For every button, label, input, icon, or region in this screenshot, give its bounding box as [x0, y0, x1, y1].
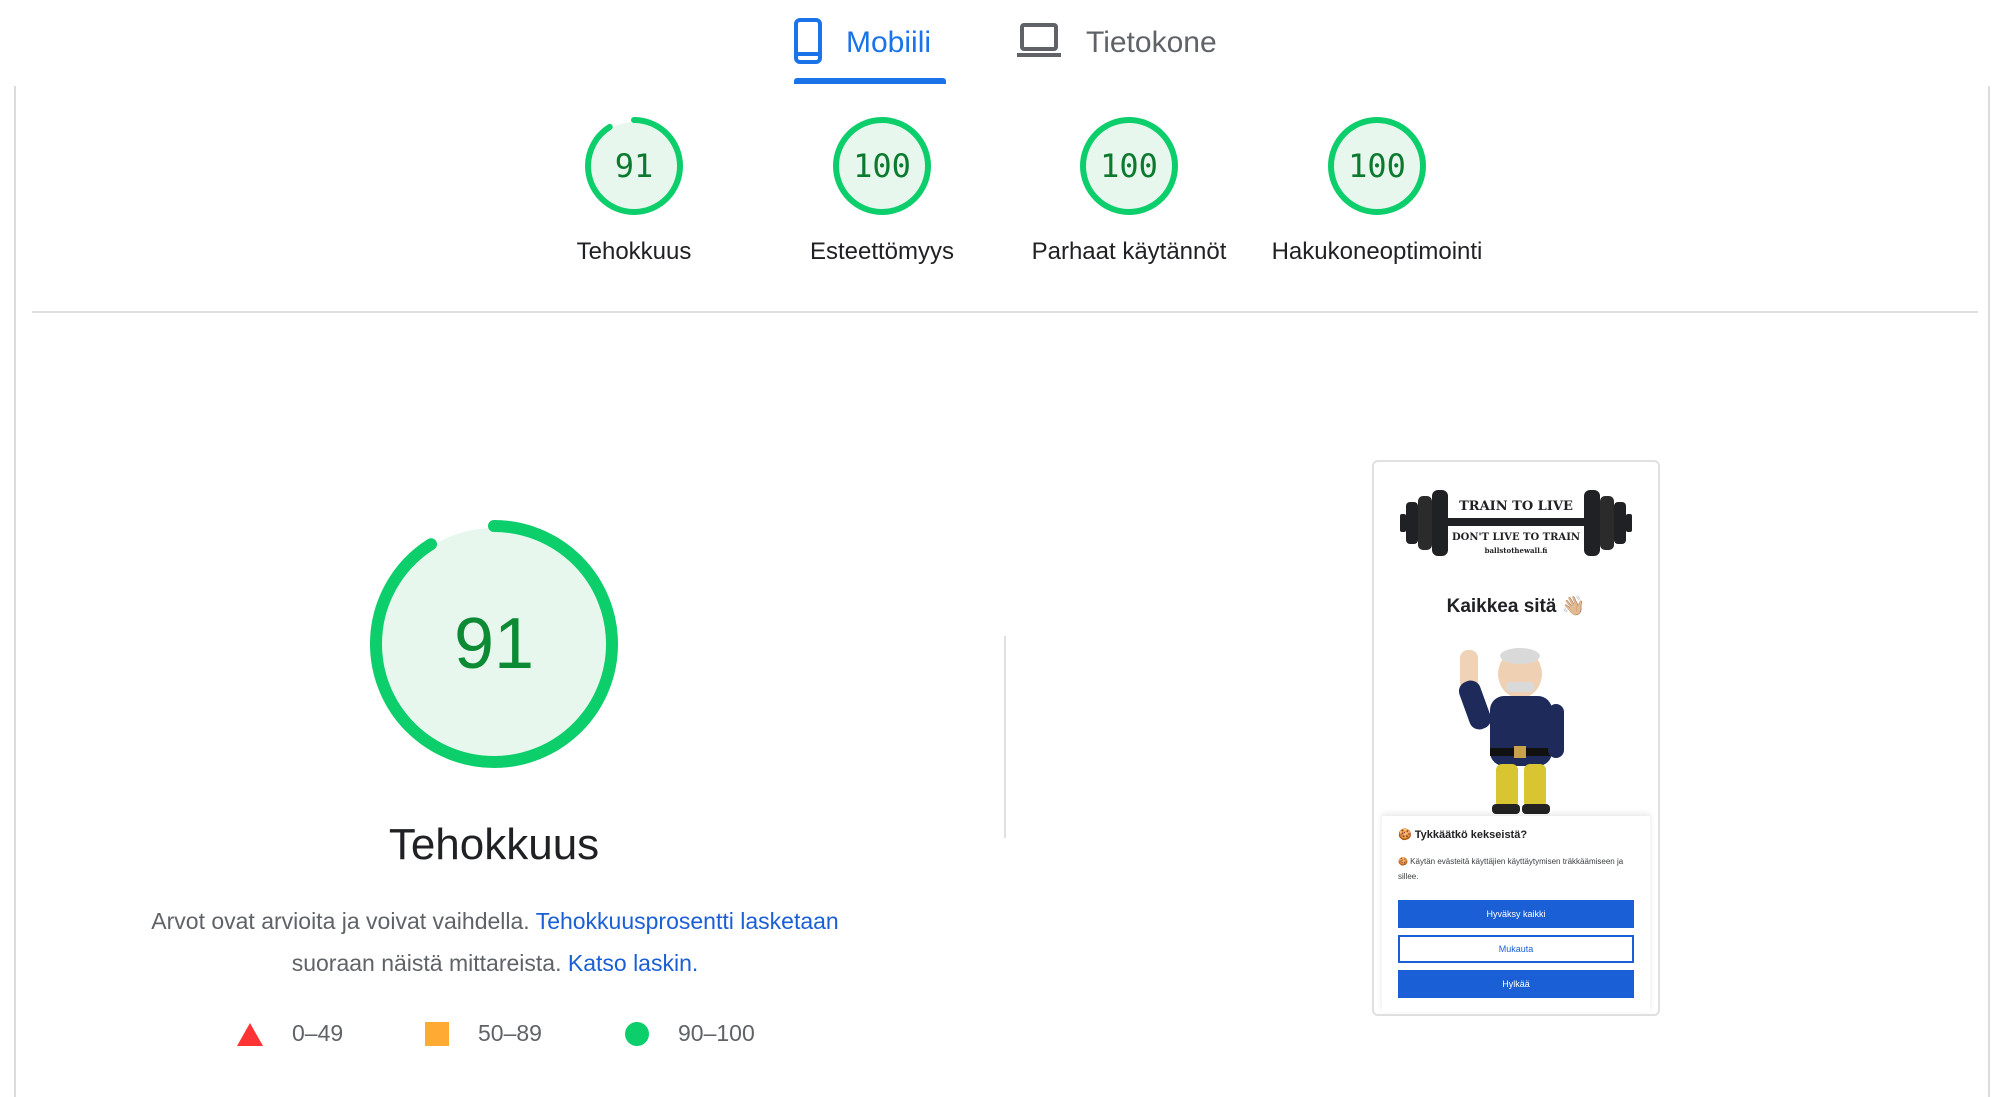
circle-icon: [625, 1021, 649, 1046]
logo-line-1: TRAIN TO LIVE: [1459, 499, 1573, 514]
customize-button[interactable]: Mukauta: [1398, 935, 1634, 963]
cookie-consent-banner: 🍪 Tykkäätkö kekseistä? 🍪 Käytän evästeit…: [1382, 816, 1650, 1012]
legend-fail-label: 0–49: [292, 1020, 344, 1046]
score-calculation-link[interactable]: Tehokkuusprosentti lasketaan: [536, 908, 839, 934]
legend-average-label: 50–89: [478, 1020, 542, 1046]
device-tabs: Mobiili Tietokone: [0, 0, 2000, 86]
gauge-best-practices-label: Parhaat käytännöt: [1031, 238, 1227, 265]
gauge-performance: 91: [585, 117, 683, 215]
gauge-seo-label: Hakukoneoptimointi: [1271, 238, 1483, 265]
logo-line-2: DON'T LIVE TO TRAIN: [1452, 532, 1580, 543]
main-score-title: Tehokkuus: [388, 820, 600, 869]
accept-all-button[interactable]: Hyväksy kaikki: [1398, 900, 1634, 928]
smartphone-icon: [794, 17, 822, 69]
tab-desktop-label: Tietokone: [1086, 26, 1217, 59]
gauge-seo: 100: [1328, 117, 1426, 215]
main-score-value: 91: [454, 604, 534, 684]
tab-mobile[interactable]: Mobiili: [794, 0, 946, 86]
legend-fail: 0–49: [236, 1020, 343, 1047]
score-gauge-performance[interactable]: 91 Tehokkuus: [519, 116, 749, 266]
triangle-icon: [237, 1022, 263, 1046]
score-gauge-best-practices[interactable]: 100 Parhaat käytännöt: [1014, 116, 1244, 266]
desc-text-1: Arvot ovat arvioita ja voivat vaihdella.: [151, 908, 530, 934]
cookie-text: 🍪 Käytän evästeitä käyttäjien käyttäytym…: [1398, 857, 1624, 881]
tab-mobile-label: Mobiili: [846, 26, 932, 59]
score-gauge-seo[interactable]: 100 Hakukoneoptimointi: [1262, 116, 1492, 266]
gauge-accessibility-value: 100: [853, 147, 911, 185]
gauge-performance-label: Tehokkuus: [576, 238, 692, 265]
score-gauge-accessibility[interactable]: 100 Esteettömyys: [767, 116, 997, 266]
gauge-accessibility-label: Esteettömyys: [809, 238, 955, 265]
gauge-accessibility: 100: [833, 117, 931, 215]
vertical-divider: [1004, 636, 1006, 838]
fireman-figure-image: [1458, 648, 1564, 814]
tab-desktop[interactable]: Tietokone: [1016, 0, 1226, 86]
page-screenshot-thumbnail[interactable]: TRAIN TO LIVE DON'T LIVE TO TRAIN ballst…: [1372, 460, 1660, 1016]
gauge-best-practices-value: 100: [1100, 147, 1158, 185]
reject-button[interactable]: Hylkää: [1398, 970, 1634, 998]
main-performance-gauge: 91: [370, 520, 618, 768]
logo-url: ballstothewall.fi: [1485, 546, 1548, 555]
score-description: Arvot ovat arvioita ja voivat vaihdella.…: [100, 900, 890, 984]
desc-text-2: suoraan näistä mittareista.: [291, 950, 562, 976]
laptop-icon: [1016, 22, 1062, 64]
gauge-best-practices: 100: [1080, 117, 1178, 215]
legend-pass-label: 90–100: [678, 1020, 755, 1046]
gauge-seo-value: 100: [1348, 147, 1406, 185]
thumbnail-heading: Kaikkea sitä 👋🏼: [1446, 596, 1586, 617]
legend-pass: 90–100: [624, 1020, 755, 1047]
gauge-performance-value: 91: [615, 147, 654, 185]
square-icon: [425, 1021, 449, 1046]
frame-border-left: [14, 86, 16, 1097]
frame-border-right: [1988, 86, 1990, 1097]
calculator-link[interactable]: Katso laskin.: [568, 950, 698, 976]
section-divider: [32, 311, 1978, 313]
legend-average: 50–89: [424, 1020, 542, 1047]
active-tab-indicator: [794, 78, 946, 84]
cookie-title: 🍪 Tykkäätkö kekseistä?: [1398, 829, 1528, 841]
barbell-logo: TRAIN TO LIVE DON'T LIVE TO TRAIN ballst…: [1400, 490, 1632, 556]
